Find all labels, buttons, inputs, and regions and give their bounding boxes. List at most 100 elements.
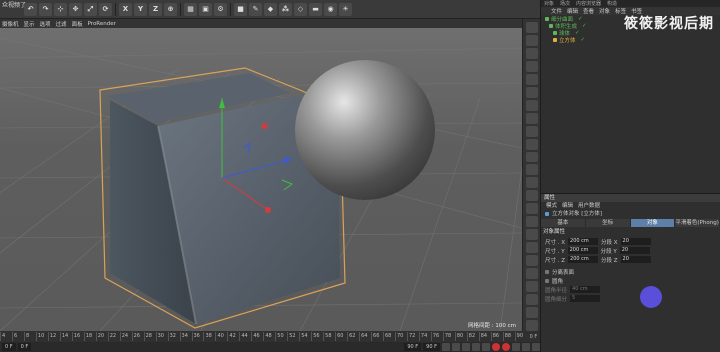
camera-icon[interactable]: ◉ [324, 2, 337, 16]
side-tool-button[interactable] [525, 73, 538, 85]
viewport-menu-item[interactable]: 过滤 [56, 20, 67, 28]
fillet-radius-field[interactable]: 40 cm [570, 286, 601, 293]
main-toolbar: 众视频了 ↶ ↷ ⊹ ✥ ⤢ ⟳ X Y Z ⊕ ▦ ▣ ⚙ ■ ✎ ◆ ⁂ ◇ ▬ ◉ ☀ [0, 0, 540, 19]
side-tool-button[interactable] [525, 34, 538, 46]
step-back-icon[interactable] [452, 343, 460, 351]
side-tool-button[interactable] [525, 190, 538, 202]
side-tool-button[interactable] [525, 60, 538, 72]
play-icon[interactable] [462, 343, 470, 351]
live-select-icon[interactable]: ⊹ [54, 2, 67, 16]
attributes-tab[interactable]: 平滑着色(Phong) [675, 219, 720, 227]
side-tool-button[interactable] [525, 216, 538, 228]
end-frame-field[interactable]: 90 F [404, 343, 422, 351]
enabled-check-icon[interactable]: ✓ [582, 23, 587, 29]
enabled-check-icon[interactable]: ✓ [581, 37, 586, 43]
object-manager-tab[interactable]: 构造 [607, 0, 617, 7]
attributes-tab[interactable]: 基本 [541, 219, 586, 227]
rotate-icon[interactable]: ⟳ [99, 2, 112, 16]
attributes-menu-item[interactable]: 用户数据 [578, 202, 600, 210]
size-field[interactable]: 200 cm [567, 247, 598, 254]
cube-object-icon[interactable]: ■ [234, 2, 247, 16]
side-tool-button[interactable] [525, 47, 538, 59]
attributes-tab[interactable]: 坐标 [585, 219, 631, 227]
axis-z-button[interactable]: Z [149, 2, 162, 16]
side-tool-button[interactable] [525, 203, 538, 215]
segment-field[interactable]: 20 [620, 238, 651, 245]
floor-icon[interactable]: ▬ [309, 2, 322, 16]
enabled-check-icon[interactable]: ✓ [578, 16, 583, 22]
render-picture-icon[interactable]: ▣ [199, 2, 212, 16]
side-tool-button[interactable] [525, 151, 538, 163]
object-manager-menu-item[interactable]: 查看 [583, 7, 594, 15]
autokey-icon[interactable] [502, 343, 510, 351]
fillet-subdiv-field[interactable]: 5 [570, 295, 601, 302]
side-tool-button[interactable] [525, 281, 538, 293]
step-forward-icon[interactable] [472, 343, 480, 351]
side-tool-button[interactable] [525, 138, 538, 150]
render-settings-icon[interactable]: ⚙ [214, 2, 227, 16]
enabled-check-icon[interactable]: ✓ [575, 30, 580, 36]
separate-surfaces-row[interactable]: 分离表面 [541, 267, 720, 276]
redo-icon[interactable]: ↷ [39, 2, 52, 16]
keyframe-icon[interactable] [512, 343, 520, 351]
side-tool-button[interactable] [525, 268, 538, 280]
side-tool-button[interactable] [525, 319, 538, 331]
attributes-menu-item[interactable]: 编辑 [562, 202, 573, 210]
viewport-menu-item[interactable]: 选项 [40, 20, 51, 28]
object-list-item[interactable]: 立方体 ✓ [541, 36, 720, 44]
max-frame-field[interactable]: 90 F [423, 343, 440, 351]
side-tool-button[interactable] [525, 125, 538, 137]
go-end-icon[interactable] [482, 343, 490, 351]
go-start-icon[interactable] [442, 343, 450, 351]
timeline-tick: 88 [502, 332, 515, 341]
move-icon[interactable]: ✥ [69, 2, 82, 16]
deformer-icon[interactable]: ◇ [294, 2, 307, 16]
viewport-menu-item[interactable]: 摄像机 [2, 20, 19, 28]
side-tool-button[interactable] [525, 255, 538, 267]
side-tool-button[interactable] [525, 294, 538, 305]
side-tool-button[interactable] [525, 164, 538, 176]
side-tool-button[interactable] [525, 86, 538, 98]
array-icon[interactable]: ⁂ [279, 2, 292, 16]
object-manager-tab[interactable]: 内容浏览器 [576, 0, 601, 7]
side-tool-button[interactable] [525, 99, 538, 111]
segment-field[interactable]: 20 [620, 256, 651, 263]
object-manager-tab[interactable]: 对象 [544, 0, 554, 7]
segment-field[interactable]: 20 [619, 247, 650, 254]
timeline-tick: 62 [347, 332, 359, 341]
timeline[interactable]: 4 6 8 10 12 14 16 18 20 22 24 26 28 30 32 34 36 38 40 42 44 4… [0, 331, 540, 342]
scale-icon[interactable]: ⤢ [84, 2, 97, 16]
coordinate-system-icon[interactable]: ⊕ [164, 2, 177, 16]
object-manager: 对象 场次 内容浏览器 构造 文件 编辑 查看 对象 标签 书签 细分曲面 ✓ 体积生成 ✓ 球体 ✓ 立方… [540, 0, 720, 193]
viewport-menu-item[interactable]: 面板 [72, 20, 83, 28]
render-view-icon[interactable]: ▦ [184, 2, 197, 16]
subdivision-icon[interactable]: ◆ [264, 2, 277, 16]
axis-x-button[interactable]: X [119, 2, 132, 16]
side-tool-button[interactable] [525, 177, 538, 189]
transport-bar: 0 F 0 F 90 F 90 F [0, 342, 540, 352]
side-tool-button[interactable] [525, 229, 538, 241]
sphere-object[interactable] [295, 60, 435, 200]
attributes-tab[interactable]: 对象 [630, 219, 676, 227]
axis-y-button[interactable]: Y [134, 2, 147, 16]
side-tool-button[interactable] [525, 22, 538, 33]
current-frame-field[interactable]: 0 F [17, 343, 32, 351]
side-tool-button[interactable] [525, 112, 538, 124]
timeline-settings-icon[interactable] [532, 343, 540, 351]
start-frame-field[interactable]: 0 F [2, 343, 16, 351]
object-manager-tab[interactable]: 场次 [560, 0, 570, 7]
record-icon[interactable] [492, 343, 500, 351]
size-field[interactable]: 200 cm [568, 238, 599, 245]
side-tool-button[interactable] [525, 306, 538, 318]
size-field[interactable]: 200 cm [568, 256, 599, 263]
attributes-menu-item[interactable]: 模式 [546, 202, 557, 210]
viewport-menu-item[interactable]: 显示 [24, 20, 35, 28]
object-manager-menu-item[interactable]: 对象 [599, 7, 610, 15]
side-tool-button[interactable] [525, 242, 538, 254]
light-icon[interactable]: ☀ [339, 2, 352, 16]
viewport-menu-item[interactable]: ProRender [88, 21, 116, 27]
motion-icon[interactable] [522, 343, 530, 351]
pen-spline-icon[interactable]: ✎ [249, 2, 262, 16]
viewport[interactable]: 网格间距 : 100 cm [0, 28, 522, 331]
fillet-row[interactable]: 圆角 [541, 276, 720, 285]
